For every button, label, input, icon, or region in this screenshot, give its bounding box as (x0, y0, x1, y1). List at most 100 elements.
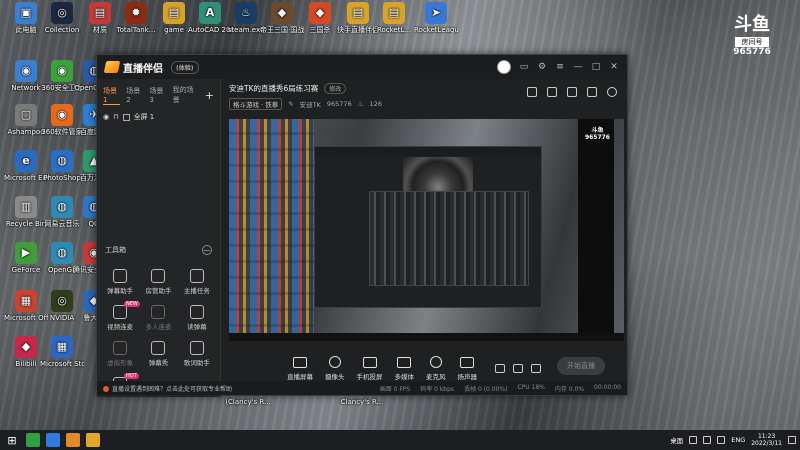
toolbox-tool[interactable]: 主播任务 (178, 269, 216, 295)
add-scene-button[interactable]: + (205, 89, 214, 102)
edit-title-button[interactable]: 修改 (324, 83, 347, 94)
lock-icon[interactable]: ⊓ (113, 113, 118, 121)
preview-dark-strip (578, 119, 614, 341)
app-icon: ✹ (125, 2, 147, 24)
close-button[interactable]: ✕ (609, 62, 619, 72)
taskbar-app-icon[interactable] (86, 433, 100, 447)
app-brand: 直播伴侣 (体验) (103, 60, 199, 75)
tool-icon (189, 269, 204, 283)
fans-count: 126 (369, 100, 382, 108)
app-icon: ➤ (425, 2, 447, 24)
stream-info-bar: 安迪TK的直播秀6局练习赛 修改 格斗游戏 · 铁拳 ✎ 安迪TK 965776… (221, 79, 627, 113)
help-notice[interactable]: 直播设置遇到困难？点击此处可获取专业帮助 (103, 384, 232, 393)
unlock-icon[interactable] (547, 87, 557, 97)
toolbox-tool[interactable]: 多人连麦 (139, 305, 177, 331)
notification-icon[interactable] (788, 436, 796, 444)
maximize-button[interactable]: □ (591, 62, 601, 72)
eye-icon[interactable]: ◉ (103, 113, 109, 121)
titlebar: 直播伴侣 (体验) ▭ ⚙ ≡ — □ ✕ (97, 55, 627, 79)
app-icon: ▦ (15, 290, 37, 312)
category-select[interactable]: 格斗游戏 · 铁拳 (229, 98, 283, 110)
desktop-label-clancy-2[interactable]: Clancy's R... (332, 398, 392, 406)
settings-icon[interactable]: ⚙ (537, 62, 547, 72)
app-icon: ◆ (309, 2, 331, 24)
source-control[interactable]: 多媒体 (395, 357, 414, 381)
start-button[interactable]: ⊞ (4, 434, 20, 447)
left-panel: 场景1 场景2 场景3 我的场景 + ◉ ⊓ 全屏 1 工具箱 — 弹幕助手 房管… (97, 79, 221, 397)
network-icon[interactable] (703, 436, 712, 444)
layout-icon[interactable] (527, 87, 537, 97)
toolbox-tool[interactable]: 房管助手 (139, 269, 177, 295)
message-icon[interactable]: ▭ (519, 62, 529, 72)
desktop-label-clancy-1[interactable]: (Clancy's R... (218, 398, 278, 406)
user-avatar[interactable] (497, 60, 511, 74)
minimize-button[interactable]: — (573, 62, 583, 72)
tab-scene-3[interactable]: 场景3 (149, 86, 166, 104)
room-label: 房间号 (735, 37, 769, 47)
app-icon: A (199, 2, 221, 24)
preview-watermark: 斗鱼 965776 (584, 127, 610, 141)
taskbar-app-icon[interactable] (66, 433, 80, 447)
layer-item[interactable]: ◉ ⊓ 全屏 1 (97, 109, 220, 125)
beta-badge[interactable]: (体验) (171, 60, 199, 74)
source-control[interactable]: 直播屏幕 (287, 357, 313, 381)
tab-my-scene[interactable]: 我的场景 (173, 85, 199, 105)
desktop-icon-label: RocketLeague (414, 26, 458, 34)
desktop-icon-label: Microsoft Store (40, 360, 84, 368)
record-icon[interactable] (495, 364, 505, 373)
share-icon[interactable] (607, 87, 617, 97)
tool-label: 弹幕助手 (107, 287, 134, 295)
toolbox-tool[interactable]: 虚拟形象 (101, 341, 139, 367)
control-label: 手机投屏 (356, 373, 383, 381)
bell-icon[interactable] (587, 87, 597, 97)
toolbox-tool[interactable]: NEW 视频连麦 (101, 301, 140, 331)
desktop-icon[interactable]: ➤ RocketLeague (414, 2, 458, 34)
preview-taskbar (229, 333, 624, 341)
toolbox-tool[interactable]: 弹幕助手 (101, 269, 139, 295)
tab-scene-2[interactable]: 场景2 (126, 86, 143, 104)
tool-label: 房管助手 (145, 287, 172, 295)
tray-icon[interactable] (689, 436, 698, 444)
app-icon: ▢ (15, 104, 37, 126)
menu-icon[interactable]: ≡ (555, 62, 565, 72)
stream-preview[interactable]: 斗鱼 965776 (229, 119, 624, 341)
source-control[interactable]: 手机投屏 (357, 357, 383, 381)
app-icon: ◎ (51, 2, 73, 24)
toolbox-tool[interactable]: 读弹幕 (178, 305, 216, 331)
source-control[interactable]: 扬声器 (458, 357, 477, 381)
streaming-app-window: 直播伴侣 (体验) ▭ ⚙ ≡ — □ ✕ 场景1 场景2 场景3 我的场景 +… (96, 54, 628, 397)
desktop-toolbar-label[interactable]: 桌面 (670, 435, 683, 445)
start-live-button[interactable]: 开始直播 (557, 357, 605, 375)
source-control[interactable]: 摄像头 (325, 356, 345, 381)
dropped-stat: 丢帧 0 (0.00%) (464, 385, 508, 393)
toolbox-tool[interactable]: 歌词助手 (178, 341, 216, 367)
taskbar-app-icon[interactable] (46, 433, 60, 447)
tab-scene-1[interactable]: 场景1 (103, 86, 121, 105)
taskbar-app-icon[interactable] (26, 433, 40, 447)
desktop-icon[interactable]: ▦ Microsoft Store (40, 336, 84, 368)
toolbox-grid: 弹幕助手 房管助手 主播任务 NEW 视频连麦 多人连麦 读弹幕 虚拟形象 弹幕秀 歌词助手 HOT (101, 269, 216, 393)
app-icon: ▥ (15, 196, 37, 218)
toolbox-collapse-button[interactable]: — (202, 245, 212, 255)
control-icon (397, 357, 412, 368)
tool-label: 主播任务 (183, 287, 210, 295)
stream-title: 安迪TK的直播秀6局练习赛 (229, 84, 319, 93)
room-id: 965776 (326, 100, 352, 108)
gear-icon[interactable] (531, 364, 541, 373)
control-label: 直播屏幕 (287, 373, 313, 381)
app-icon: ◉ (51, 60, 73, 82)
language-indicator[interactable]: ENG (731, 436, 745, 444)
desktop-icon[interactable]: ▤ RocketL... (372, 2, 416, 34)
pencil-icon[interactable]: ✎ (288, 100, 293, 108)
app-icon: ▶ (15, 242, 37, 264)
clock-date: 2022/3/11 (751, 440, 782, 447)
volume-icon[interactable] (717, 436, 726, 444)
douyu-watermark: 斗鱼 房间号 965776 (722, 14, 782, 57)
audio-settings-icon[interactable] (513, 364, 523, 373)
source-control[interactable]: 麦克风 (426, 356, 446, 381)
gift-icon[interactable] (567, 87, 577, 97)
toolbox-tool[interactable]: 弹幕秀 (139, 341, 177, 367)
clock[interactable]: 11:23 2022/3/11 (751, 433, 782, 447)
toolbox-header: 工具箱 — (97, 245, 220, 255)
app-icon: ◍ (51, 150, 73, 172)
